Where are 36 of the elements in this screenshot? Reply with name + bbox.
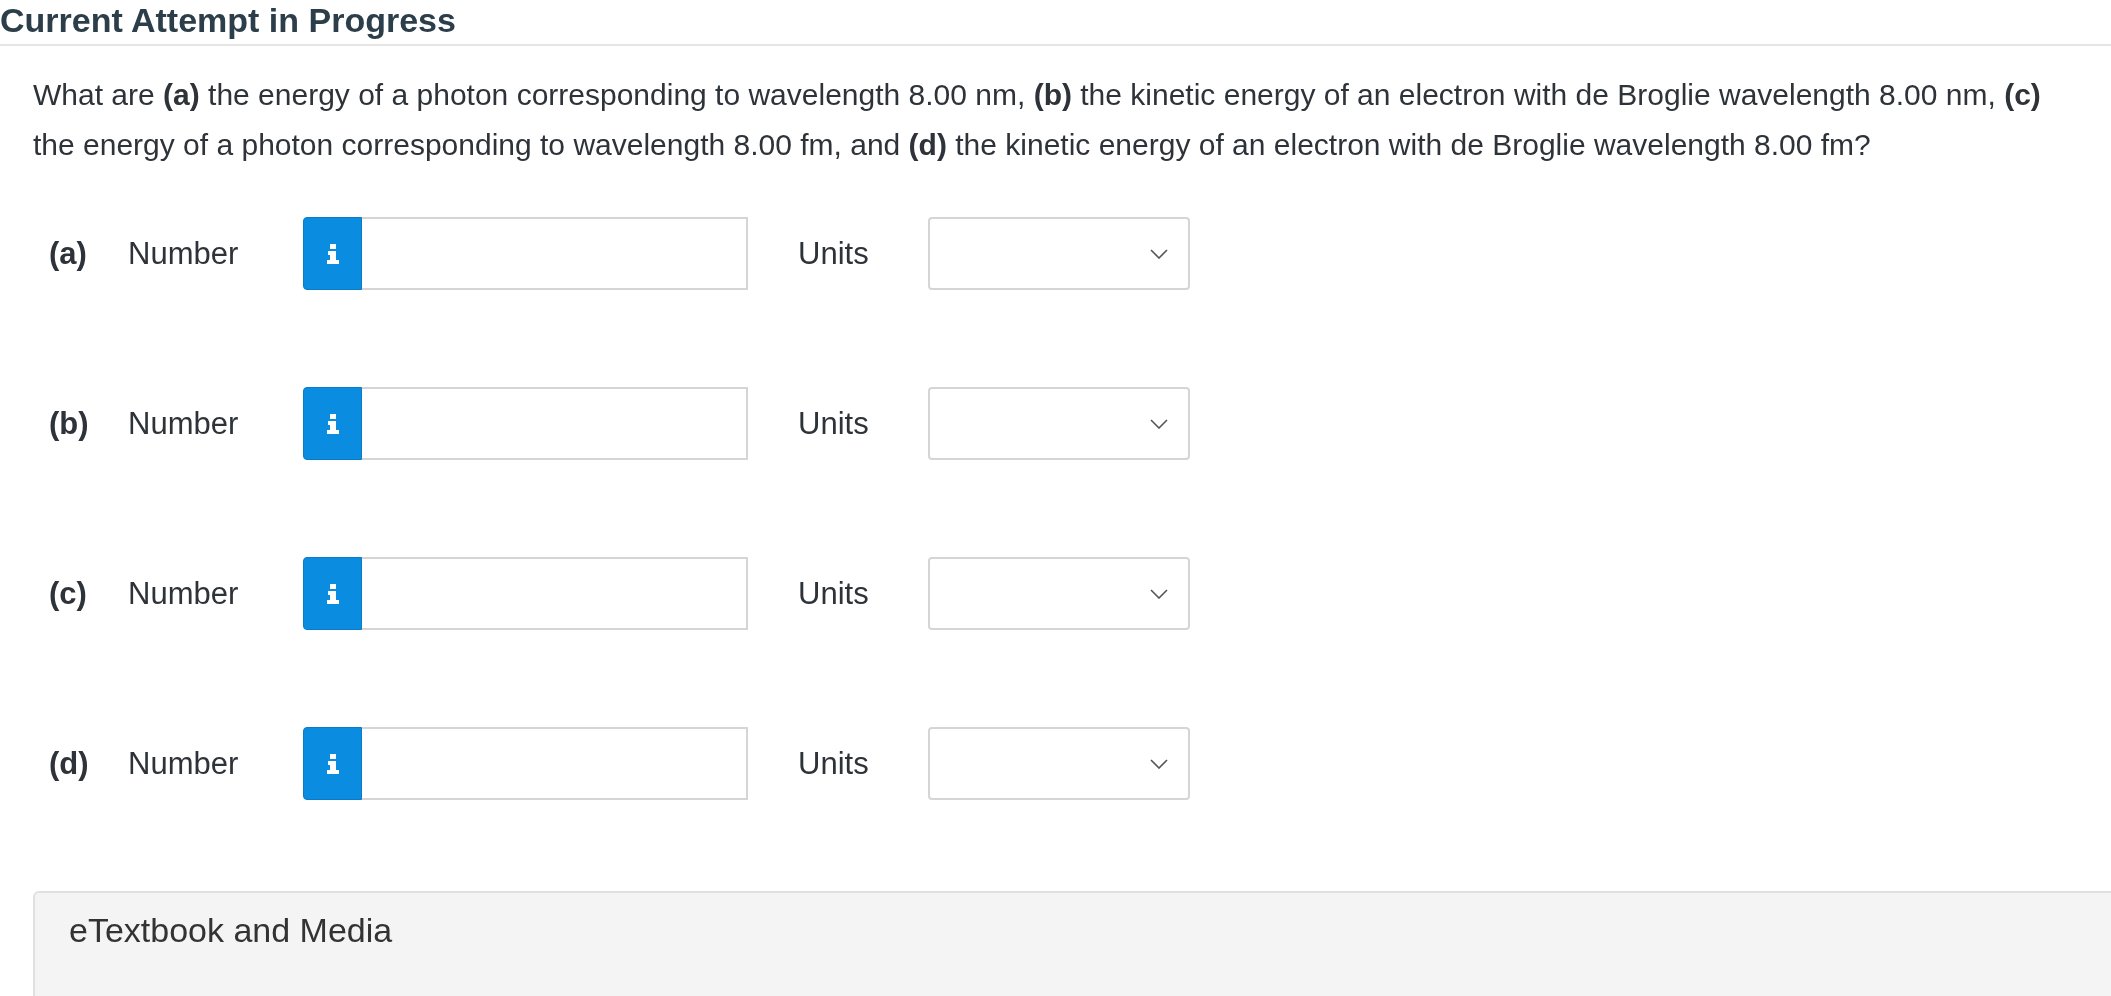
units-dropdown[interactable] (928, 387, 1190, 460)
units-label: Units (798, 575, 870, 612)
info-button[interactable] (303, 557, 362, 630)
chevron-down-icon (1150, 588, 1168, 599)
chevron-down-icon (1150, 758, 1168, 769)
info-icon (325, 583, 340, 604)
info-icon (325, 413, 340, 434)
info-icon (325, 753, 340, 774)
part-label: (c) (49, 575, 88, 612)
number-label: Number (128, 235, 240, 272)
part-label: (a) (49, 235, 88, 272)
units-label: Units (798, 745, 870, 782)
info-button[interactable] (303, 387, 362, 460)
number-input-field[interactable] (362, 557, 748, 630)
question-text: What are (a) the energy of a photon corresponding to wavelength 8.00 nm, (b) the kinetic energy of an electron with de Broglie wavelength 8.00 nm, (c) the energy of a photon corresponding to wavelength 8.00 fm, and (d) the kinetic energy of an electron with de Broglie wavelength 8.00 fm? (33, 77, 2042, 163)
part-label: (d) (49, 745, 90, 782)
etextbook-panel[interactable]: eTextbook and Media (33, 891, 2111, 996)
units-dropdown[interactable] (928, 557, 1190, 630)
number-input-field[interactable] (362, 387, 748, 460)
part-label: (b) (49, 405, 90, 442)
number-label: Number (128, 745, 240, 782)
units-label: Units (798, 405, 870, 442)
chevron-down-icon (1150, 248, 1168, 259)
number-input-field[interactable] (362, 727, 748, 800)
units-label: Units (798, 235, 870, 272)
info-button[interactable] (303, 727, 362, 800)
units-dropdown[interactable] (928, 727, 1190, 800)
panel-title: eTextbook and Media (69, 911, 393, 949)
info-button[interactable] (303, 217, 362, 290)
number-label: Number (128, 405, 240, 442)
info-icon (325, 243, 340, 264)
number-input-field[interactable] (362, 217, 748, 290)
section-heading: Current Attempt in Progress (0, 0, 456, 40)
number-label: Number (128, 575, 240, 612)
units-dropdown[interactable] (928, 217, 1190, 290)
chevron-down-icon (1150, 418, 1168, 429)
